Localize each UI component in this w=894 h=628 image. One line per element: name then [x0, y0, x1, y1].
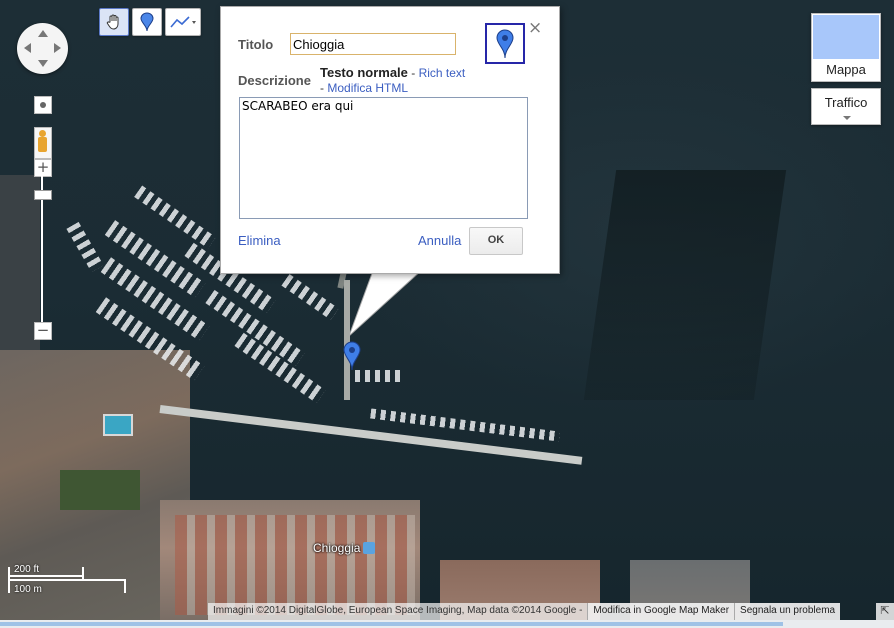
- pan-right-icon[interactable]: [54, 43, 61, 53]
- scrollbar-thumb[interactable]: [0, 622, 783, 626]
- place-label-text: Chioggia: [313, 541, 361, 555]
- ok-button[interactable]: OK: [469, 227, 523, 255]
- pan-down-icon[interactable]: [38, 60, 48, 67]
- zoom-out-button[interactable]: −: [34, 322, 52, 340]
- map-pool: [103, 414, 133, 436]
- traffic-label: Traffico: [824, 95, 868, 110]
- hand-tool-button[interactable]: [99, 8, 129, 36]
- mode-separator: -: [411, 66, 416, 80]
- description-label: Descrizione: [238, 73, 311, 88]
- description-textarea[interactable]: SCARABEO era qui: [239, 97, 528, 219]
- map-maker-link[interactable]: Modifica in Google Map Maker: [587, 603, 735, 620]
- center-dot-icon: [40, 102, 46, 108]
- scale-tick: [82, 567, 84, 579]
- map-land-area: [0, 175, 40, 375]
- placemark-icon: [140, 12, 154, 32]
- line-tool-icon: [170, 16, 196, 28]
- placemark-tool-button[interactable]: [132, 8, 162, 36]
- map-rooftops: [175, 515, 415, 615]
- delete-link[interactable]: Elimina: [238, 233, 281, 248]
- scale-line-feet: [8, 575, 84, 577]
- center-map-button[interactable]: [34, 96, 52, 114]
- drawing-toolbar: [99, 8, 204, 36]
- mode-html-link[interactable]: Modifica HTML: [327, 81, 408, 95]
- attribution-text: Immagini ©2014 DigitalGlobe, European Sp…: [208, 603, 588, 620]
- map-type-button[interactable]: Mappa: [811, 13, 881, 82]
- ship-shadow: [583, 170, 787, 400]
- scale-meters: 100 m: [14, 584, 42, 595]
- placemark-editor-window: × Titolo Descrizione Testo normale - Ric…: [220, 6, 560, 274]
- attribution-bar: Immagini ©2014 DigitalGlobe, European Sp…: [208, 603, 841, 620]
- pan-up-icon[interactable]: [38, 30, 48, 37]
- moored-boats: [66, 221, 104, 273]
- marker-icon-picker[interactable]: [485, 23, 525, 64]
- report-problem-link[interactable]: Segnala un problema: [734, 603, 841, 620]
- description-mode-switcher: Testo normale - Rich text - Modifica HTM…: [320, 65, 470, 96]
- title-input[interactable]: [290, 33, 456, 55]
- ferry-icon: [363, 542, 376, 554]
- mode-rich-text-link[interactable]: Rich text: [419, 66, 466, 80]
- zoom-in-button[interactable]: +: [34, 159, 52, 177]
- zoom-slider-thumb[interactable]: [34, 190, 52, 200]
- scale-bar: 200 ft 100 m: [6, 564, 130, 598]
- pegman-head-icon: [39, 130, 46, 137]
- cancel-link[interactable]: Annulla: [418, 233, 461, 248]
- scale-line-meters: [8, 579, 126, 581]
- moored-boats: [355, 370, 405, 382]
- map-type-thumbnail: [813, 15, 879, 59]
- pegman-body-icon: [38, 137, 47, 152]
- title-label: Titolo: [238, 37, 274, 52]
- placemark-marker[interactable]: [343, 341, 361, 371]
- scale-feet: 200 ft: [14, 564, 40, 575]
- place-label-chioggia[interactable]: Chioggia: [313, 541, 376, 555]
- scale-tick: [8, 567, 10, 593]
- placemark-icon: [496, 29, 514, 59]
- expand-corner-icon[interactable]: ⇱: [876, 603, 894, 620]
- mode-plain-text: Testo normale: [320, 65, 408, 80]
- scale-tick: [124, 579, 126, 593]
- mode-separator: -: [320, 81, 324, 95]
- pan-left-icon[interactable]: [24, 43, 31, 53]
- map-park-area: [60, 470, 140, 510]
- info-window-tail: [348, 268, 425, 337]
- moored-boats: [281, 274, 339, 320]
- map-type-label: Mappa: [826, 62, 866, 77]
- hand-icon: [106, 14, 119, 30]
- chevron-down-icon: [843, 116, 851, 120]
- moored-boats: [134, 185, 216, 249]
- traffic-layer-button[interactable]: Traffico: [811, 88, 881, 125]
- street-view-pegman[interactable]: [34, 127, 52, 159]
- line-tool-button[interactable]: [165, 8, 201, 36]
- close-icon[interactable]: ×: [528, 20, 542, 37]
- pan-control[interactable]: [17, 23, 68, 74]
- horizontal-scrollbar[interactable]: [0, 620, 894, 628]
